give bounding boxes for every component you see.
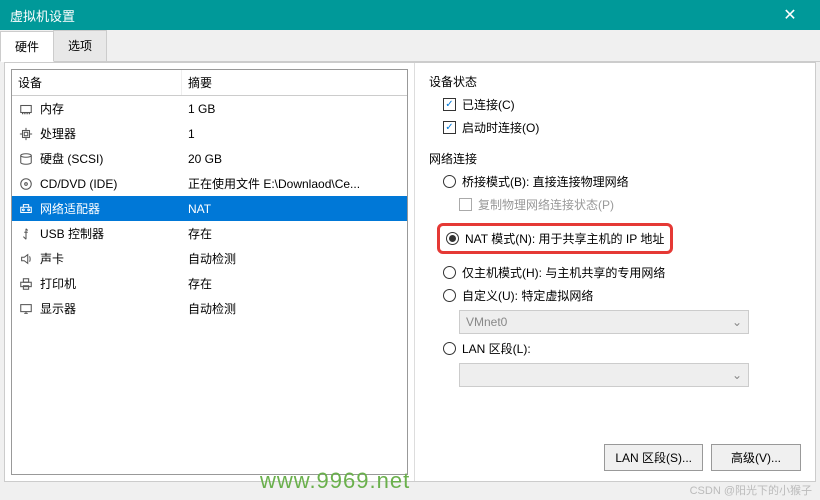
radio-host-only[interactable]: 仅主机模式(H): 与主机共享的专用网络 (443, 264, 801, 281)
check-icon (459, 198, 472, 211)
titlebar: 虚拟机设置 ✕ (0, 0, 820, 30)
radio-label: LAN 区段(L): (462, 340, 531, 357)
window-title: 虚拟机设置 (10, 6, 75, 25)
chevron-down-icon: ⌄ (732, 315, 742, 329)
device-settings-panel: 设备状态 ✓ 已连接(C) ✓ 启动时连接(O) 网络连接 桥接模式(B): 直… (415, 63, 815, 481)
vmnet-select: VMnet0 ⌄ (459, 310, 749, 334)
device-name: 声卡 (40, 250, 64, 267)
device-name: 打印机 (40, 275, 76, 292)
checkbox-connect-at-power-on[interactable]: ✓ 启动时连接(O) (443, 119, 801, 136)
hardware-row[interactable]: 处理器 1 (12, 121, 407, 146)
advanced-button[interactable]: 高级(V)... (711, 444, 801, 471)
device-name: 硬盘 (SCSI) (40, 150, 103, 167)
radio-nat-highlighted: NAT 模式(N): 用于共享主机的 IP 地址 (437, 223, 673, 254)
content-area: 设备 摘要 内存 1 GB 处理器 1 硬盘 (SCSI) 20 GB CD/DVD (ID… (4, 62, 816, 482)
device-summary: 存在 (182, 223, 407, 244)
radio-label: NAT 模式(N): 用于共享主机的 IP 地址 (465, 230, 664, 247)
cd-icon (18, 176, 34, 192)
printer-icon (18, 276, 34, 292)
radio-icon (443, 342, 456, 355)
bottom-button-bar: LAN 区段(S)... 高级(V)... (604, 444, 801, 471)
checkbox-replicate-state: 复制物理网络连接状态(P) (459, 196, 801, 213)
tab-bar: 硬件 选项 (0, 30, 820, 62)
hardware-row[interactable]: 声卡 自动检测 (12, 246, 407, 271)
tab-hardware[interactable]: 硬件 (0, 31, 54, 62)
checkbox-label: 已连接(C) (462, 96, 515, 113)
sound-icon (18, 251, 34, 267)
radio-label: 仅主机模式(H): 与主机共享的专用网络 (462, 264, 665, 281)
lan-segments-button[interactable]: LAN 区段(S)... (604, 444, 703, 471)
hardware-row[interactable]: 打印机 存在 (12, 271, 407, 296)
radio-lan-segment[interactable]: LAN 区段(L): (443, 340, 801, 357)
col-summary: 摘要 (182, 70, 407, 95)
hardware-table-header: 设备 摘要 (12, 70, 407, 96)
checkbox-label: 启动时连接(O) (462, 119, 539, 136)
lan-segment-select: ⌄ (459, 363, 749, 387)
memory-icon (18, 101, 34, 117)
col-device: 设备 (12, 70, 182, 95)
checkbox-label: 复制物理网络连接状态(P) (478, 196, 614, 213)
hardware-row[interactable]: 内存 1 GB (12, 96, 407, 121)
device-summary: 自动检测 (182, 298, 407, 319)
hardware-table: 设备 摘要 内存 1 GB 处理器 1 硬盘 (SCSI) 20 GB CD/DVD (ID… (11, 69, 408, 475)
hardware-row[interactable]: USB 控制器 存在 (12, 221, 407, 246)
network-connection-group: 网络连接 桥接模式(B): 直接连接物理网络 复制物理网络连接状态(P) NAT… (429, 150, 801, 387)
device-summary: NAT (182, 200, 407, 218)
close-icon[interactable]: ✕ (770, 0, 810, 30)
device-summary: 1 (182, 125, 407, 143)
radio-label: 自定义(U): 特定虚拟网络 (462, 287, 593, 304)
radio-bridged[interactable]: 桥接模式(B): 直接连接物理网络 (443, 173, 801, 190)
usb-icon (18, 226, 34, 242)
net-icon (18, 201, 34, 217)
device-name: USB 控制器 (40, 225, 104, 242)
csdn-credit: CSDN @阳光下的小猴子 (690, 482, 812, 498)
radio-label: 桥接模式(B): 直接连接物理网络 (462, 173, 629, 190)
device-summary: 自动检测 (182, 248, 407, 269)
radio-icon (443, 175, 456, 188)
radio-custom[interactable]: 自定义(U): 特定虚拟网络 (443, 287, 801, 304)
cpu-icon (18, 126, 34, 142)
device-status-title: 设备状态 (429, 73, 801, 90)
device-name: 处理器 (40, 125, 76, 142)
device-summary: 20 GB (182, 150, 407, 168)
device-name: CD/DVD (IDE) (40, 177, 117, 191)
device-summary: 存在 (182, 273, 407, 294)
check-icon: ✓ (443, 98, 456, 111)
hardware-row[interactable]: CD/DVD (IDE) 正在使用文件 E:\Downlaod\Ce... (12, 171, 407, 196)
tab-options[interactable]: 选项 (53, 30, 107, 61)
select-value: VMnet0 (466, 315, 507, 329)
network-connection-title: 网络连接 (429, 150, 801, 167)
hardware-list-panel: 设备 摘要 内存 1 GB 处理器 1 硬盘 (SCSI) 20 GB CD/DVD (ID… (5, 63, 415, 481)
checkbox-connected[interactable]: ✓ 已连接(C) (443, 96, 801, 113)
display-icon (18, 301, 34, 317)
device-summary: 1 GB (182, 100, 407, 118)
device-summary: 正在使用文件 E:\Downlaod\Ce... (182, 173, 407, 194)
radio-icon (443, 289, 456, 302)
check-icon: ✓ (443, 121, 456, 134)
device-name: 网络适配器 (40, 200, 100, 217)
device-status-group: 设备状态 ✓ 已连接(C) ✓ 启动时连接(O) (429, 73, 801, 136)
device-name: 内存 (40, 100, 64, 117)
device-name: 显示器 (40, 300, 76, 317)
chevron-down-icon: ⌄ (732, 368, 742, 382)
radio-icon[interactable] (446, 232, 459, 245)
hardware-row[interactable]: 显示器 自动检测 (12, 296, 407, 321)
radio-icon (443, 266, 456, 279)
hardware-row[interactable]: 硬盘 (SCSI) 20 GB (12, 146, 407, 171)
disk-icon (18, 151, 34, 167)
hardware-row[interactable]: 网络适配器 NAT (12, 196, 407, 221)
